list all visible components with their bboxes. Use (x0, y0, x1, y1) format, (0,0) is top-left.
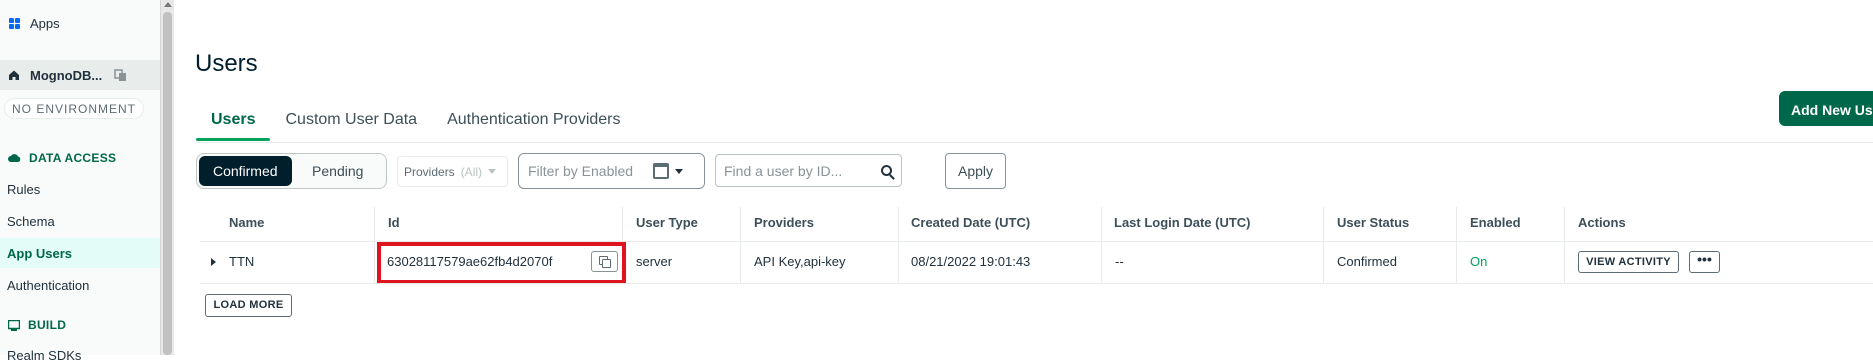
add-new-user-button[interactable]: Add New User (1779, 91, 1873, 126)
data-access-section: DATA ACCESS (8, 151, 116, 165)
search-icon[interactable] (881, 165, 892, 176)
apps-grid-icon (9, 18, 20, 29)
providers-label: Providers (404, 164, 455, 179)
status-segmented-control: Confirmed Pending (196, 153, 387, 189)
column-divider (1323, 207, 1324, 283)
apps-label: Apps (30, 16, 60, 31)
column-header-enabled[interactable]: Enabled (1470, 215, 1521, 230)
sidebar-item-app-users[interactable]: App Users (0, 238, 160, 268)
column-header-name[interactable]: Name (229, 215, 264, 230)
cell-created-date: 08/21/2022 19:01:43 (911, 254, 1031, 269)
cell-name: TTN (229, 254, 255, 269)
calendar-filter-icon (653, 163, 670, 179)
copy-icon[interactable] (114, 68, 127, 82)
column-header-created-date[interactable]: Created Date (UTC) (911, 215, 1030, 230)
search-placeholder: Find a user by ID... (724, 162, 843, 179)
tab-custom-user-data[interactable]: Custom User Data (270, 100, 432, 141)
build-icon (8, 319, 20, 331)
apply-button[interactable]: Apply (945, 153, 1006, 189)
view-activity-button[interactable]: VIEW ACTIVITY (1578, 251, 1679, 273)
row-divider (200, 283, 1873, 284)
id-highlight-box (377, 242, 626, 284)
tab-users[interactable]: Users (196, 100, 271, 141)
column-header-actions: Actions (1578, 215, 1626, 230)
sidebar-item-realm-sdks[interactable]: Realm SDKs (7, 348, 81, 363)
cell-enabled: On (1470, 254, 1488, 269)
scroll-up-arrow-icon[interactable] (164, 2, 172, 7)
filter-enabled-select[interactable]: Filter by Enabled (518, 153, 705, 189)
column-divider (1456, 207, 1457, 283)
sidebar: Apps MognoDB... NO ENVIRONMENT DATA ACCE… (0, 0, 160, 363)
column-divider (1564, 207, 1565, 283)
data-access-label: DATA ACCESS (29, 151, 117, 165)
segment-pending[interactable]: Pending (292, 156, 385, 186)
build-section: BUILD (8, 318, 66, 332)
column-divider (374, 207, 375, 283)
cell-user-type: server (636, 254, 673, 269)
tab-bar: Users Custom User Data Authentication Pr… (196, 100, 636, 141)
tabs-divider (196, 142, 1873, 143)
environment-badge[interactable]: NO ENVIRONMENT (4, 98, 145, 119)
search-input[interactable]: Find a user by ID... (715, 154, 902, 187)
column-header-providers[interactable]: Providers (754, 215, 814, 230)
sidebar-item-authentication[interactable]: Authentication (7, 278, 89, 293)
load-more-button[interactable]: LOAD MORE (205, 294, 292, 317)
column-divider (898, 207, 899, 283)
column-header-user-status[interactable]: User Status (1337, 215, 1409, 230)
chevron-down-icon (675, 168, 684, 174)
home-icon (9, 70, 19, 80)
cloud-icon (8, 154, 21, 162)
chevron-down-icon (488, 169, 497, 174)
sidebar-scrollbar[interactable] (160, 0, 174, 355)
filter-enabled-placeholder: Filter by Enabled (528, 163, 634, 179)
sidebar-item-rules[interactable]: Rules (7, 182, 40, 197)
app-name: MognoDB... (30, 67, 103, 83)
column-header-last-login[interactable]: Last Login Date (UTC) (1114, 215, 1251, 230)
segment-confirmed[interactable]: Confirmed (199, 156, 292, 186)
build-label: BUILD (28, 318, 67, 332)
providers-select[interactable]: Providers (All) (397, 156, 508, 187)
column-divider (1101, 207, 1102, 283)
apps-link[interactable]: Apps (9, 16, 60, 31)
more-actions-ellipsis-icon[interactable]: ••• (1689, 251, 1720, 273)
app-selector[interactable]: MognoDB... (0, 60, 160, 90)
column-header-user-type[interactable]: User Type (636, 215, 698, 230)
page-title: Users (195, 50, 258, 77)
column-header-id[interactable]: Id (388, 215, 400, 230)
cell-last-login: -- (1115, 254, 1124, 269)
column-divider (740, 207, 741, 283)
cell-user-status: Confirmed (1337, 254, 1397, 269)
sidebar-item-schema[interactable]: Schema (7, 214, 55, 229)
tab-authentication-providers[interactable]: Authentication Providers (432, 100, 635, 141)
expand-row-arrow-icon[interactable] (211, 258, 216, 266)
providers-value: (All) (460, 164, 483, 179)
scroll-thumb[interactable] (163, 12, 172, 355)
cell-providers: API Key,api-key (754, 254, 846, 269)
